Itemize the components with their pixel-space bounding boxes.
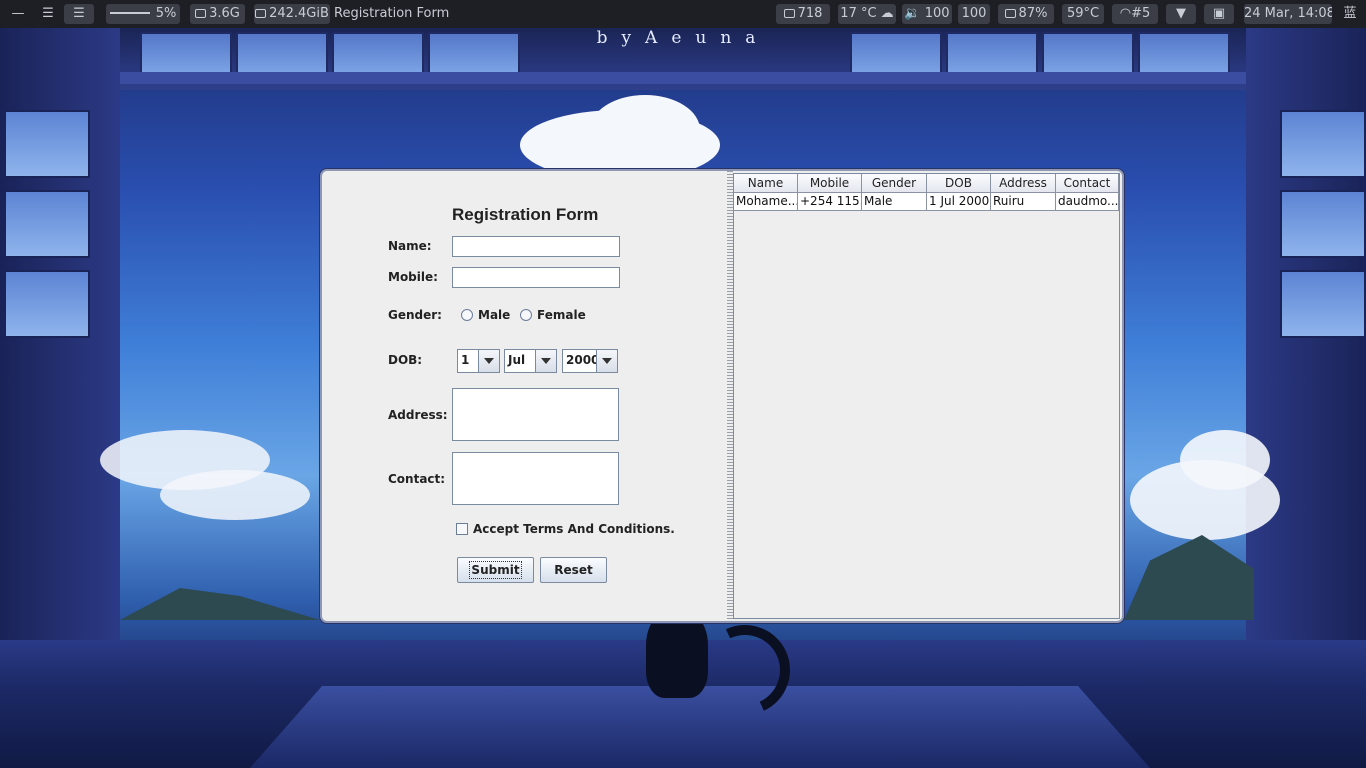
- column-header-dob[interactable]: DOB: [927, 174, 991, 193]
- name-label: Name:: [388, 239, 432, 253]
- active-window-title: Registration Form: [334, 6, 450, 21]
- form-title: Registration Form: [452, 205, 599, 224]
- chevron-down-icon[interactable]: [596, 350, 617, 372]
- chevron-down-icon[interactable]: [478, 350, 499, 372]
- wifi-value: #5: [1131, 6, 1151, 21]
- contact-field[interactable]: [452, 452, 619, 505]
- wallpaper-pane: [1280, 190, 1366, 258]
- wallpaper-pane: [4, 110, 90, 178]
- updates-value: 718: [797, 6, 823, 21]
- wallpaper-mountain: [1124, 535, 1254, 620]
- memory-icon: [195, 9, 207, 18]
- image-viewer-icon[interactable]: ▣: [1204, 4, 1234, 24]
- wallpaper-cloud: [1180, 430, 1270, 490]
- wallpaper-cloud: [590, 95, 700, 165]
- gender-female-radio[interactable]: [520, 309, 532, 321]
- address-field[interactable]: [452, 388, 619, 441]
- minimize-icon[interactable]: —: [6, 4, 30, 24]
- cpu-bar: [109, 12, 150, 14]
- column-header-mobile[interactable]: Mobile: [798, 174, 862, 193]
- column-header-contact[interactable]: Contact: [1056, 174, 1119, 193]
- cpu-widget[interactable]: 5%: [106, 4, 180, 24]
- contact-label: Contact:: [388, 472, 446, 486]
- cpu-value: 5%: [155, 6, 177, 21]
- wifi-icon: ◠: [1119, 6, 1132, 21]
- table-row[interactable]: Mohame... +254 115... Male 1 Jul 2000 Ru…: [734, 193, 1119, 211]
- mobile-field[interactable]: [452, 267, 620, 288]
- terms-checkbox[interactable]: [456, 523, 468, 535]
- dob-day-select[interactable]: 1: [457, 349, 500, 373]
- wallpaper-cloud: [160, 470, 310, 520]
- temperature-widget[interactable]: 59°C: [1062, 4, 1104, 24]
- wallpaper-watermark: byAeuna: [596, 28, 770, 48]
- menu-icon[interactable]: ☰: [64, 4, 94, 24]
- updates-widget[interactable]: 718: [776, 4, 830, 24]
- table-cell[interactable]: +254 115...: [798, 193, 862, 211]
- table-cell[interactable]: Male: [862, 193, 927, 211]
- wallpaper-cat: [646, 610, 708, 698]
- mobile-label: Mobile:: [388, 270, 438, 284]
- wallpaper-pane: [1280, 110, 1366, 178]
- address-label: Address:: [388, 408, 448, 422]
- dob-year-select[interactable]: 2000: [562, 349, 618, 373]
- memory-widget[interactable]: 3.6G: [190, 4, 245, 24]
- wifi-widget[interactable]: ◠#5: [1112, 4, 1158, 24]
- table-header: Name Mobile Gender DOB Address Contact: [734, 174, 1119, 193]
- table-cell[interactable]: Mohame...: [734, 193, 798, 211]
- disk-widget[interactable]: 242.4GiB: [254, 4, 330, 24]
- layout-icon[interactable]: ☰: [36, 4, 60, 24]
- dob-day-value: 1: [461, 353, 470, 367]
- records-table[interactable]: Name Mobile Gender DOB Address Contact M…: [733, 173, 1120, 619]
- vpn-icon[interactable]: ▼: [1166, 4, 1196, 24]
- reset-button[interactable]: Reset: [540, 557, 607, 583]
- reset-button-label: Reset: [554, 563, 593, 577]
- chevron-down-icon[interactable]: [535, 350, 556, 372]
- column-header-gender[interactable]: Gender: [862, 174, 927, 193]
- gender-male-radio[interactable]: [461, 309, 473, 321]
- gender-label: Gender:: [388, 308, 442, 322]
- dob-label: DOB:: [388, 353, 423, 367]
- top-panel: — ☰ ☰ 5% 3.6G 242.4GiB Registration Form…: [0, 0, 1366, 28]
- dob-month-value: Jul: [508, 353, 526, 367]
- weather-widget[interactable]: 17 °C ☁: [838, 4, 896, 24]
- wallpaper-table: [250, 686, 1150, 768]
- wallpaper-pane: [4, 270, 90, 338]
- clock-widget[interactable]: 24 Mar, 14:08: [1244, 4, 1332, 24]
- terms-label[interactable]: Accept Terms And Conditions.: [473, 522, 675, 536]
- battery-icon: [1004, 9, 1016, 18]
- gender-male-label[interactable]: Male: [478, 308, 510, 322]
- volume-widget[interactable]: 🔉 100: [902, 4, 952, 24]
- gender-female-label[interactable]: Female: [537, 308, 586, 322]
- keyboard-layout-indicator[interactable]: 蓝: [1338, 4, 1362, 24]
- dob-year-value: 2000: [566, 353, 600, 367]
- registration-window: Registration Form Name: Mobile: Gender: …: [320, 169, 1124, 623]
- dob-month-select[interactable]: Jul: [504, 349, 557, 373]
- battery-widget[interactable]: 87%: [998, 4, 1054, 24]
- wallpaper-mountain: [120, 588, 320, 620]
- disk-icon: [255, 9, 267, 18]
- disk-value: 242.4GiB: [269, 6, 329, 21]
- volume-value: 100: [924, 6, 950, 21]
- submit-button[interactable]: Submit: [457, 557, 534, 583]
- wallpaper-pane: [1280, 270, 1366, 338]
- wallpaper-pane: [4, 190, 90, 258]
- battery-value: 87%: [1018, 6, 1048, 21]
- table-cell[interactable]: Ruiru: [991, 193, 1056, 211]
- table-cell[interactable]: 1 Jul 2000: [927, 193, 991, 211]
- table-cell[interactable]: daudmo...: [1056, 193, 1119, 211]
- submit-button-label: Submit: [469, 561, 522, 579]
- name-field[interactable]: [452, 236, 620, 257]
- download-icon: [783, 9, 795, 18]
- memory-value: 3.6G: [209, 6, 240, 21]
- wallpaper-frame-bar: [118, 72, 1248, 84]
- brightness-widget[interactable]: 100: [958, 4, 990, 24]
- speaker-icon: 🔉: [904, 6, 921, 21]
- column-header-name[interactable]: Name: [734, 174, 798, 193]
- column-header-address[interactable]: Address: [991, 174, 1056, 193]
